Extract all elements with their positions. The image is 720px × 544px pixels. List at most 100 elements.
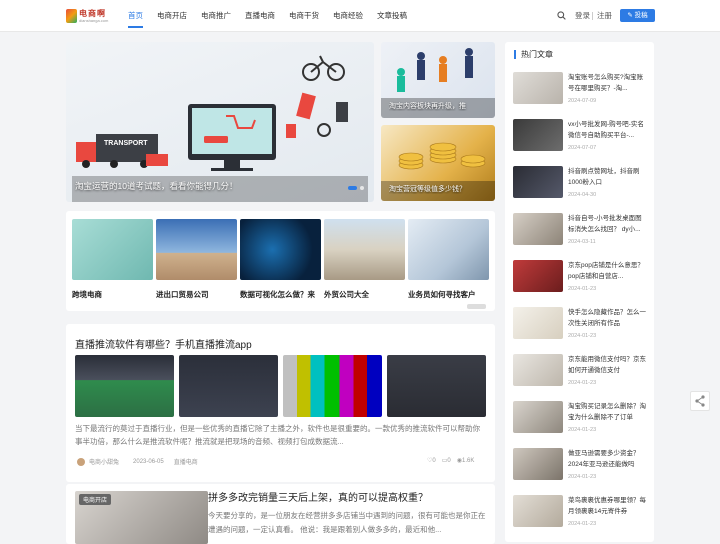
- hot-article-title[interactable]: 京东pop店铺是什么意思？pop店铺和自营店...: [568, 260, 648, 283]
- post-button-label: 投稿: [634, 12, 648, 19]
- view-count: 1.6K: [462, 457, 475, 464]
- category-card[interactable]: 跨境电商: [72, 219, 153, 300]
- nav-item-promotion[interactable]: 电商推广: [201, 0, 231, 32]
- hot-article-thumbnail[interactable]: [513, 166, 563, 198]
- nav-item-live-commerce[interactable]: 直播电商: [245, 0, 275, 32]
- hot-article-date: 2024-01-23: [568, 427, 597, 433]
- site-header: 电商啊 dianshanga.com 首页 电商开店 电商推广 直播电商 电商干…: [0, 0, 720, 32]
- logo-mark-icon: [66, 9, 77, 23]
- hot-article-date: 2024-01-23: [568, 474, 597, 480]
- slider-dot[interactable]: [348, 186, 357, 190]
- hot-article-item[interactable]: vx小号批发网-购号吧-实名微信号自助购买平台-... 2024-07-07: [513, 119, 647, 157]
- share-button[interactable]: [690, 391, 710, 411]
- hot-article-title[interactable]: 京东能用微信支付吗？京东如何开通微信支付: [568, 354, 648, 377]
- hot-article-title[interactable]: 快手怎么隐藏作品？怎么一次性关闭所有作品: [568, 307, 648, 330]
- search-icon[interactable]: [557, 11, 566, 20]
- hot-article-title[interactable]: 淘宝账号怎么购买?淘宝账号在哪里购买？-淘...: [568, 72, 648, 95]
- hot-article-item[interactable]: 抖音自号-小号批发桌面图标消失怎么找回？ dy小... 2024-03-11: [513, 213, 647, 251]
- hot-article-item[interactable]: 菜鸟裹裹优惠券哪里领？每月领裹裹14元寄件券 2024-01-23: [513, 495, 647, 533]
- hot-article-date: 2024-03-11: [568, 239, 596, 245]
- article-title[interactable]: 拼多多改完销量三天后上架，真的可以提高权重？: [208, 489, 428, 504]
- pencil-icon: ✎: [627, 12, 635, 19]
- hot-article-title[interactable]: 抖音自号-小号批发桌面图标消失怎么找回？ dy小...: [568, 213, 648, 236]
- hot-article-date: 2024-01-23: [568, 380, 597, 386]
- slider-dot[interactable]: [360, 186, 364, 190]
- hot-article-date: 2024-01-23: [568, 521, 597, 527]
- hot-article-thumbnail[interactable]: [513, 401, 563, 433]
- login-link[interactable]: 登录: [575, 0, 590, 32]
- svg-text:TRANSPORT: TRANSPORT: [104, 140, 148, 147]
- category-image: [72, 219, 153, 280]
- category-card[interactable]: 数据可视化怎么做？来: [240, 219, 321, 300]
- nav-item-home[interactable]: 首页: [128, 0, 143, 32]
- hot-article-date: 2024-04-30: [568, 192, 597, 198]
- article-category[interactable]: 直播电商: [174, 457, 198, 466]
- category-label: 数据可视化怎么做？来: [240, 290, 315, 299]
- main-nav: 首页 电商开店 电商推广 直播电商 电商干货 电商经验 文章投稿: [128, 0, 421, 32]
- nav-item-submit-article[interactable]: 文章投稿: [377, 0, 407, 32]
- featured-card-2[interactable]: 淘宝营冠等级值多少钱？: [381, 125, 495, 201]
- hot-article-thumbnail[interactable]: [513, 119, 563, 151]
- register-link[interactable]: 注册: [597, 0, 612, 32]
- hot-article-title[interactable]: vx小号批发网-购号吧-实名微信号自助购买平台-...: [568, 119, 648, 142]
- post-button[interactable]: ✎ 投稿: [620, 9, 655, 22]
- hot-article-thumbnail[interactable]: [513, 448, 563, 480]
- category-image: [408, 219, 489, 280]
- hot-article-date: 2024-01-23: [568, 286, 597, 292]
- article-author[interactable]: 电商小甜兔: [89, 457, 119, 466]
- share-icon: [695, 395, 705, 407]
- hot-article-title[interactable]: 淘宝购买记录怎么删除？淘宝为什么删除不了订单: [568, 401, 648, 424]
- category-card[interactable]: 业务员如何寻找客户: [408, 219, 489, 300]
- nav-item-open-store[interactable]: 电商开店: [157, 0, 187, 32]
- hot-article-item[interactable]: 抖音刷点赞网址，抖音刷1000粉入口 2024-04-30: [513, 166, 647, 204]
- article-title[interactable]: 直播推流软件有哪些？手机直播推流app: [75, 336, 252, 351]
- divider: [592, 12, 593, 20]
- hot-article-title[interactable]: 菜鸟裹裹优惠券哪里领？每月领裹裹14元寄件券: [568, 495, 648, 518]
- hot-article-thumbnail[interactable]: [513, 307, 563, 339]
- article-thumbnail[interactable]: [179, 355, 278, 417]
- category-carousel: 跨境电商 进出口贸易公司 数据可视化怎么做？来 外贸公司大全 业务员如何寻找客户: [66, 211, 495, 311]
- hot-article-thumbnail[interactable]: [513, 213, 563, 245]
- hot-article-thumbnail[interactable]: [513, 354, 563, 386]
- hero-caption[interactable]: 淘宝运营的10道考试题，看看你能得几分！: [75, 180, 237, 192]
- category-label: 外贸公司大全: [324, 290, 369, 299]
- comment-count: 0: [447, 457, 451, 464]
- hot-article-item[interactable]: 做亚马逊需要多少资金？2024年亚马逊还能做吗 2024-01-23: [513, 448, 647, 486]
- nav-item-insights[interactable]: 电商干货: [289, 0, 319, 32]
- article-excerpt: 今天要分享的，是一位朋友在经营拼多多店铺当中遇到的问题，很有可能也是你正在遭遇的…: [208, 511, 486, 534]
- article-card: 电商开店 拼多多改完销量三天后上架，真的可以提高权重？ 今天要分享的，是一位朋友…: [66, 484, 495, 544]
- category-image: [240, 219, 321, 280]
- carousel-pager[interactable]: [467, 304, 486, 309]
- category-card[interactable]: 进出口贸易公司: [156, 219, 237, 300]
- hot-article-thumbnail[interactable]: [513, 260, 563, 292]
- category-image: [324, 219, 405, 280]
- article-thumbnail[interactable]: [283, 355, 382, 417]
- hot-article-item[interactable]: 淘宝账号怎么购买?淘宝账号在哪里购买？-淘... 2024-07-09: [513, 72, 647, 110]
- article-thumbnail[interactable]: [75, 355, 174, 417]
- hot-article-title[interactable]: 做亚马逊需要多少资金？2024年亚马逊还能做吗: [568, 448, 648, 471]
- category-label: 跨境电商: [72, 290, 102, 299]
- hero-slider[interactable]: TRANSPORT 淘宝运营的10道考试题，看看你能得几分！: [66, 42, 374, 202]
- hot-article-item[interactable]: 淘宝购买记录怎么删除？淘宝为什么删除不了订单 2024-01-23: [513, 401, 647, 439]
- avatar[interactable]: [77, 457, 85, 466]
- hot-article-item[interactable]: 京东能用微信支付吗？京东如何开通微信支付 2024-01-23: [513, 354, 647, 392]
- article-thumbnails: [75, 355, 486, 417]
- hot-article-item[interactable]: 京东pop店铺是什么意思？pop店铺和自营店... 2024-01-23: [513, 260, 647, 298]
- article-meta: 电商小甜兔 2023-06-05 直播电商: [77, 457, 198, 466]
- like-count: 0: [432, 457, 436, 464]
- category-label: 进出口贸易公司: [156, 290, 209, 299]
- hot-article-thumbnail[interactable]: [513, 495, 563, 527]
- article-tag[interactable]: 电商开店: [79, 494, 112, 505]
- site-logo[interactable]: 电商啊 dianshanga.com: [66, 8, 108, 24]
- hot-article-item[interactable]: 快手怎么隐藏作品？怎么一次性关闭所有作品 2024-01-23: [513, 307, 647, 345]
- hot-article-title[interactable]: 抖音刷点赞网址，抖音刷1000粉入口: [568, 166, 648, 189]
- category-card[interactable]: 外贸公司大全: [324, 219, 405, 300]
- featured-card-2-caption: 淘宝营冠等级值多少钱？: [389, 186, 466, 193]
- slider-dots: [348, 186, 364, 190]
- article-excerpt: 当下最流行的莫过于直播行业，但是一些优秀的直播它除了主播之外，软件也是很重要的。…: [75, 424, 480, 446]
- hot-article-date: 2024-07-09: [568, 98, 597, 104]
- nav-item-experience[interactable]: 电商经验: [333, 0, 363, 32]
- featured-card-1[interactable]: 淘宝内容板块再升级，推: [381, 42, 495, 118]
- article-thumbnail[interactable]: [387, 355, 486, 417]
- hot-article-thumbnail[interactable]: [513, 72, 563, 104]
